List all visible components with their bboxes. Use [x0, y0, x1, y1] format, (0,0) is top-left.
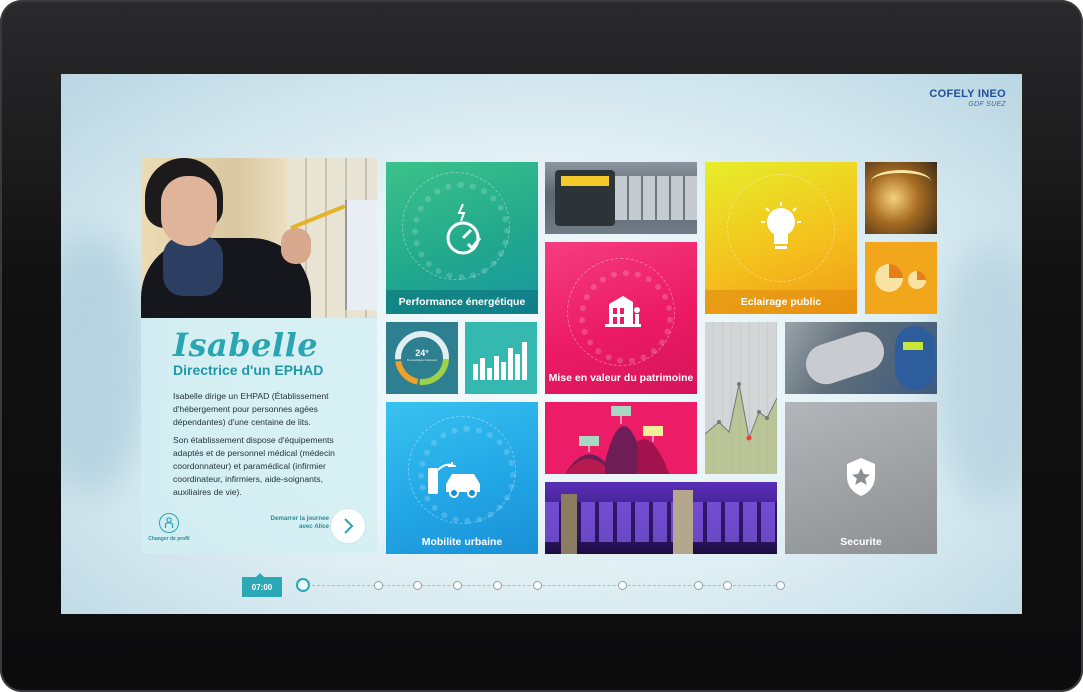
kiosk-screen: COFELY INEO GDF SUEZ Isabelle Directrice…	[61, 74, 1022, 614]
timeline-dot[interactable]	[453, 581, 462, 590]
bar-chart-icon	[473, 342, 527, 380]
chevron-right-icon	[344, 518, 354, 534]
tile-label: Mobilite urbaine	[421, 536, 503, 548]
bar-chart-tile[interactable]	[465, 322, 537, 394]
start-day-button[interactable]	[330, 508, 366, 544]
illuminated-building-photo-tile[interactable]	[545, 482, 777, 554]
shield-icon	[847, 458, 875, 496]
timeline-dot[interactable]	[618, 581, 627, 590]
monument-icon	[605, 296, 641, 327]
tile-label: Mise en valeur du patrimoine	[548, 372, 694, 384]
profile-description-paragraph: Isabelle dirige un EHPAD (Établissement …	[173, 391, 329, 427]
profile-name: Isabelle	[173, 326, 319, 364]
profile-description: Isabelle dirige un EHPAD (Établissement …	[173, 390, 363, 504]
cofely-ineo-logo: COFELY INEO GDF SUEZ	[929, 88, 1006, 108]
line-chart-icon	[705, 382, 777, 474]
change-profile-label: Changer de profil	[148, 536, 190, 542]
timeline-dot[interactable]	[723, 581, 732, 590]
temperature-gauge-tile[interactable]: 24° Température intérieure	[386, 322, 458, 394]
light-bulb-icon	[761, 202, 801, 249]
change-profile-button[interactable]: Changer de profil	[147, 513, 191, 542]
tile-performance-energetique[interactable]: Performance énergétique	[386, 162, 538, 314]
tile-label: Eclairage public	[705, 290, 857, 314]
timeline-dot[interactable]	[533, 581, 542, 590]
logo-main-text: COFELY INEO	[929, 88, 1006, 100]
person-icon	[159, 513, 179, 533]
start-day-label: Demarrer la journee avec Alice	[270, 515, 329, 530]
pie-chart-icon	[875, 264, 926, 292]
tile-securite[interactable]: Securite	[785, 402, 937, 554]
logo-sub-text: GDF SUEZ	[968, 101, 1006, 108]
lighting-photo-tile[interactable]	[865, 162, 937, 234]
tile-label: Securite	[840, 536, 882, 548]
profile-role: Directrice d'un EPHAD	[173, 362, 324, 378]
gauge-sub-label: Température intérieure	[406, 358, 438, 362]
technician-photo-tile[interactable]	[785, 322, 937, 394]
timeline-dot[interactable]	[493, 581, 502, 590]
profile-panel: Isabelle Directrice d'un EPHAD Isabelle …	[141, 158, 377, 553]
profile-description-paragraph: Son établissement dispose d'équipements …	[173, 435, 335, 497]
timeline-dot[interactable]	[694, 581, 703, 590]
tile-mise-en-valeur-patrimoine[interactable]: Mise en valeur du patrimoine	[545, 242, 697, 394]
electric-car-icon	[428, 462, 480, 498]
pie-chart-tile[interactable]	[865, 242, 937, 314]
timeline-dot-active[interactable]	[296, 578, 310, 592]
speedometer-icon	[446, 203, 482, 255]
timeline-dot[interactable]	[374, 581, 383, 590]
timeline-dot[interactable]	[413, 581, 422, 590]
timeline-dot[interactable]	[776, 581, 785, 590]
tile-label: Performance énergétique	[386, 290, 538, 314]
tram-photo-tile[interactable]	[545, 162, 697, 234]
tile-mobilite-urbaine[interactable]: Mobilite urbaine	[386, 402, 538, 554]
gauge-value: 24°	[415, 348, 429, 358]
time-badge: 07:00	[242, 573, 282, 597]
mountain-chart-icon	[565, 406, 669, 474]
profile-photo	[141, 158, 377, 318]
line-chart-tile[interactable]	[705, 322, 777, 474]
mountain-chart-tile[interactable]	[545, 402, 697, 474]
tile-eclairage-public[interactable]: Eclairage public	[705, 162, 857, 314]
